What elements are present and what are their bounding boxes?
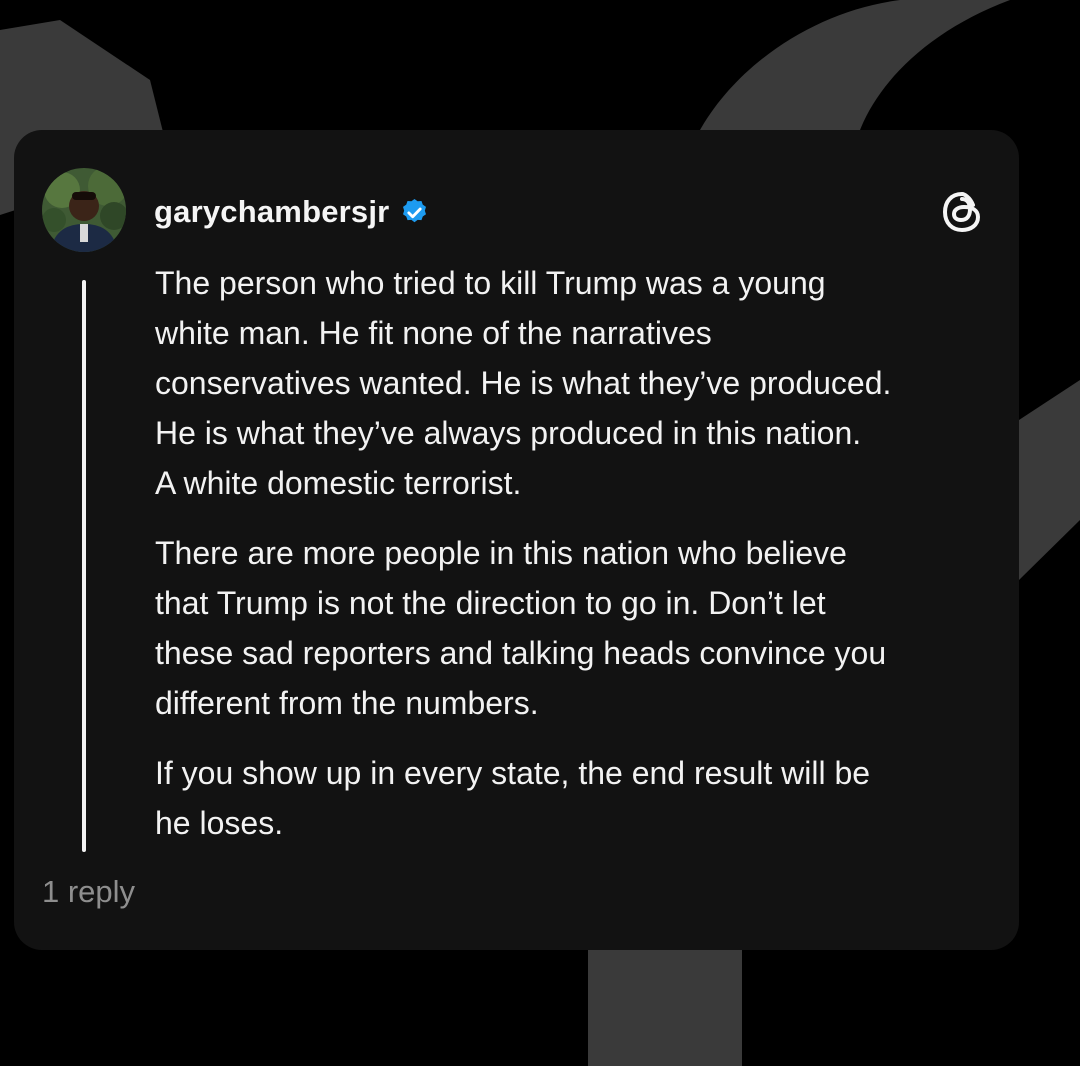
reply-count[interactable]: 1 reply xyxy=(42,872,135,912)
post-paragraph: If you show up in every state, the end r… xyxy=(155,755,871,841)
author-row: garychambersjr xyxy=(154,192,430,232)
username[interactable]: garychambersjr xyxy=(154,194,389,230)
thread-line xyxy=(82,280,86,852)
post-text: The person who tried to kill Trump was a… xyxy=(155,258,1005,868)
post-paragraph: There are more people in this nation who… xyxy=(155,535,887,721)
post-paragraph: The person who tried to kill Trump was a… xyxy=(155,265,892,501)
avatar[interactable] xyxy=(42,168,126,252)
post-card: garychambersjr The person who tried to k… xyxy=(14,130,1019,950)
verified-badge-icon xyxy=(399,197,430,228)
threads-logo-icon[interactable] xyxy=(938,188,986,236)
